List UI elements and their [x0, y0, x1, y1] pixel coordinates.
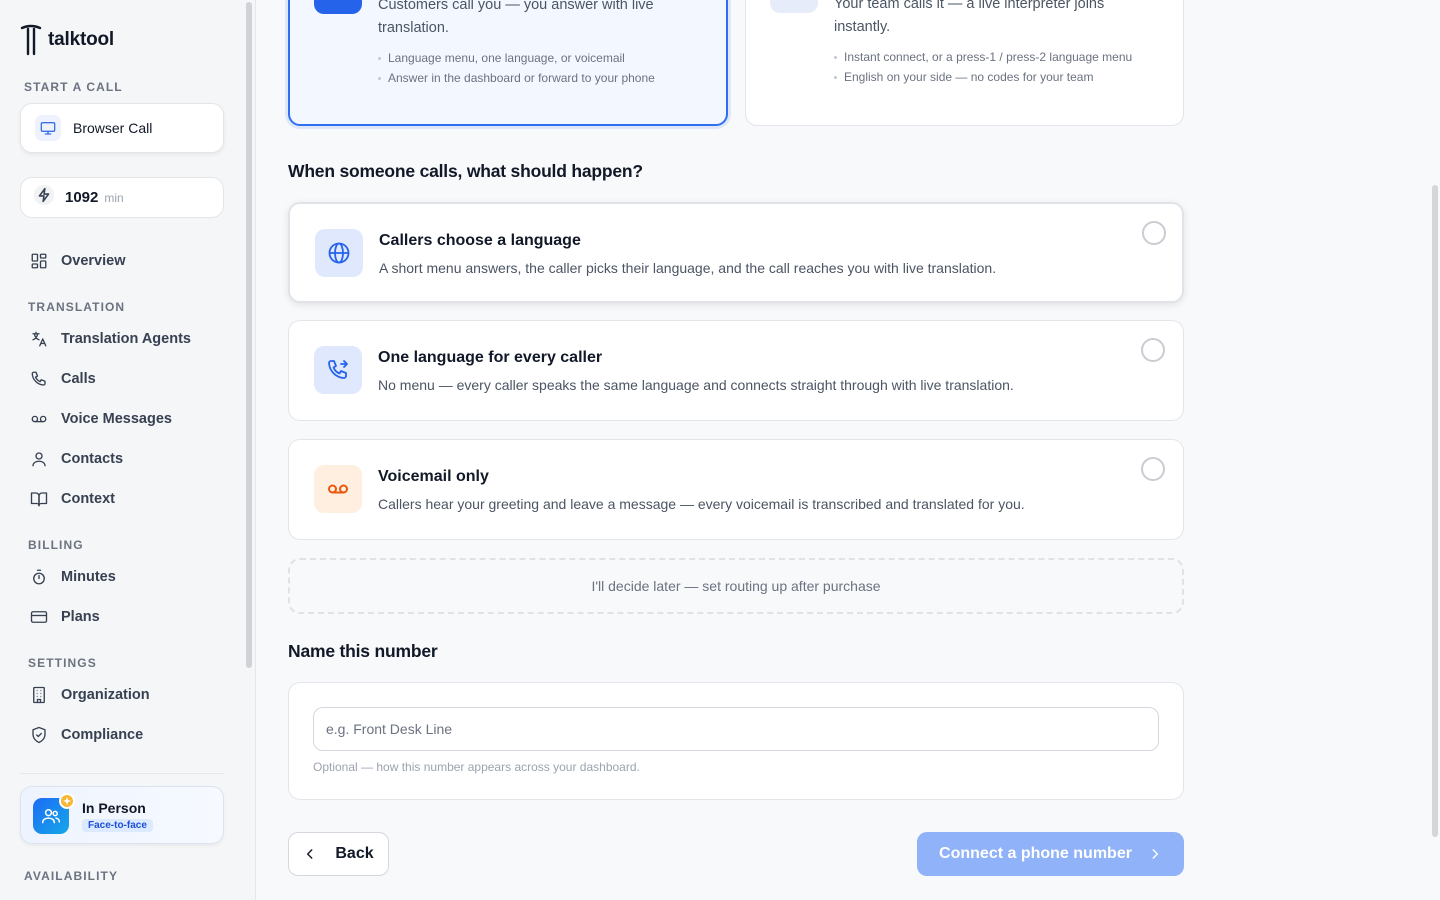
list-item: English on your side — no codes for your… — [834, 69, 1134, 85]
start-call-label: START A CALL — [24, 80, 123, 94]
phone-icon — [31, 371, 46, 386]
sidebar-item-contacts[interactable]: Contacts — [30, 447, 123, 471]
translation-section-label: TRANSLATION — [28, 300, 126, 314]
sidebar-item-context[interactable]: Context — [30, 487, 115, 511]
sidebar-item-label: Voice Messages — [61, 411, 172, 427]
billing-section-label: BILLING — [28, 538, 84, 552]
browser-call-button[interactable]: Browser Call — [20, 103, 224, 153]
logo-icon — [20, 24, 42, 56]
logo[interactable]: talktool — [20, 24, 114, 56]
option-title: Voicemail only — [378, 468, 489, 485]
minutes-value: 1092 — [65, 189, 99, 206]
book-open-icon — [30, 492, 48, 507]
sidebar-item-label: Compliance — [61, 727, 144, 743]
routing-option-voicemail[interactable]: Voicemail only Callers hear your greetin… — [288, 439, 1184, 540]
in-person-title: In Person — [82, 800, 146, 816]
voicemail-icon — [314, 465, 362, 513]
sidebar-item-label: Minutes — [61, 569, 116, 585]
settings-section-label: SETTINGS — [28, 656, 97, 670]
minutes-balance[interactable]: 1092 min — [20, 177, 224, 218]
chevron-left-icon — [307, 849, 313, 859]
connect-label: Connect a phone number — [939, 845, 1132, 862]
sidebar-item-organization[interactable]: Organization — [30, 683, 150, 707]
option-title: Callers choose a language — [379, 232, 581, 249]
option-description: No menu — every caller speaks the same l… — [378, 377, 1014, 393]
sidebar-item-label: Translation Agents — [61, 331, 191, 347]
number-name-hint: Optional — how this number appears acros… — [313, 760, 640, 774]
routing-option-one-language[interactable]: One language for every caller No menu — … — [288, 320, 1184, 421]
sidebar-item-calls[interactable]: Calls — [30, 367, 96, 391]
radio-voicemail[interactable] — [1141, 457, 1165, 481]
sidebar-item-compliance[interactable]: Compliance — [30, 723, 143, 747]
sidebar-scrollbar[interactable] — [246, 2, 252, 668]
sidebar-item-minutes[interactable]: Minutes — [30, 565, 116, 589]
list-item: Answer in the dashboard or forward to yo… — [378, 70, 658, 86]
credit-card-icon — [30, 611, 48, 623]
sidebar-item-label: Organization — [61, 687, 150, 703]
sidebar-item-label: Calls — [61, 371, 96, 387]
list-item: Instant connect, or a press-1 / press-2 … — [834, 49, 1134, 65]
inbound-mode-card[interactable]: Customers call you — you answer with liv… — [288, 0, 728, 126]
availability-section-label: AVAILABILITY — [24, 869, 119, 883]
main-content: Customers call you — you answer with liv… — [257, 0, 1440, 900]
sidebar-item-label: Contacts — [61, 451, 124, 467]
translate-icon — [32, 331, 47, 347]
sparkle-icon — [59, 793, 75, 809]
in-person-tag: Face-to-face — [82, 819, 153, 832]
chevron-right-icon — [1152, 849, 1158, 859]
lightning-icon — [33, 184, 55, 211]
number-name-input[interactable] — [313, 707, 1159, 751]
page-scrollbar[interactable] — [1432, 185, 1438, 837]
routing-heading: When someone calls, what should happen? — [288, 161, 643, 181]
phone-forward-icon — [314, 346, 362, 394]
monitor-icon — [35, 115, 61, 141]
option-description: A short menu answers, the caller picks t… — [379, 260, 997, 276]
sidebar-item-plans[interactable]: Plans — [30, 605, 100, 629]
inbound-mode-bullets: Language menu, one language, or voicemai… — [378, 50, 658, 90]
routing-option-choose-language[interactable]: Callers choose a language A short menu a… — [288, 202, 1184, 303]
back-button[interactable]: Back — [288, 832, 389, 876]
radio-one-language[interactable] — [1141, 338, 1165, 362]
name-number-card: Optional — how this number appears acros… — [288, 682, 1184, 800]
inbound-mode-description: Customers call you — you answer with liv… — [378, 0, 654, 36]
globe-icon — [315, 229, 363, 277]
connect-phone-number-button[interactable]: Connect a phone number — [917, 832, 1184, 876]
browser-call-label: Browser Call — [73, 120, 153, 136]
sidebar-item-translation-agents[interactable]: Translation Agents — [30, 327, 191, 351]
dashboard-grid-icon — [31, 253, 47, 269]
user-icon — [32, 452, 46, 467]
sidebar: talktool START A CALL Browser Call 1092 … — [0, 0, 256, 900]
outbound-mode-icon — [770, 0, 818, 13]
shield-check-icon — [32, 726, 46, 744]
outbound-mode-card[interactable]: Your team calls it — a live interpreter … — [745, 0, 1184, 126]
timer-icon — [33, 569, 45, 585]
option-description: Callers hear your greeting and leave a m… — [378, 496, 1025, 512]
outbound-mode-bullets: Instant connect, or a press-1 / press-2 … — [834, 49, 1134, 89]
sidebar-item-label: Plans — [61, 609, 100, 625]
decide-later-button[interactable]: I'll decide later — set routing up after… — [288, 558, 1184, 614]
sidebar-item-overview[interactable]: Overview — [30, 249, 126, 273]
sidebar-item-label: Overview — [61, 253, 126, 269]
sidebar-divider — [20, 773, 224, 774]
building-icon — [33, 686, 45, 704]
voicemail-icon — [31, 415, 47, 423]
sidebar-item-label: Context — [61, 491, 115, 507]
outbound-mode-description: Your team calls it — a live interpreter … — [834, 0, 1105, 35]
option-title: One language for every caller — [378, 349, 603, 366]
sidebar-item-voice-messages[interactable]: Voice Messages — [30, 407, 172, 431]
list-item: Language menu, one language, or voicemai… — [378, 50, 658, 66]
inbound-mode-icon — [314, 0, 362, 14]
back-label: Back — [335, 845, 374, 862]
minutes-unit: min — [104, 190, 124, 205]
name-number-heading: Name this number — [288, 641, 438, 661]
app-name: talktool — [48, 29, 114, 50]
in-person-card[interactable]: In Person Face-to-face — [20, 786, 224, 844]
radio-choose-language[interactable] — [1142, 221, 1166, 245]
